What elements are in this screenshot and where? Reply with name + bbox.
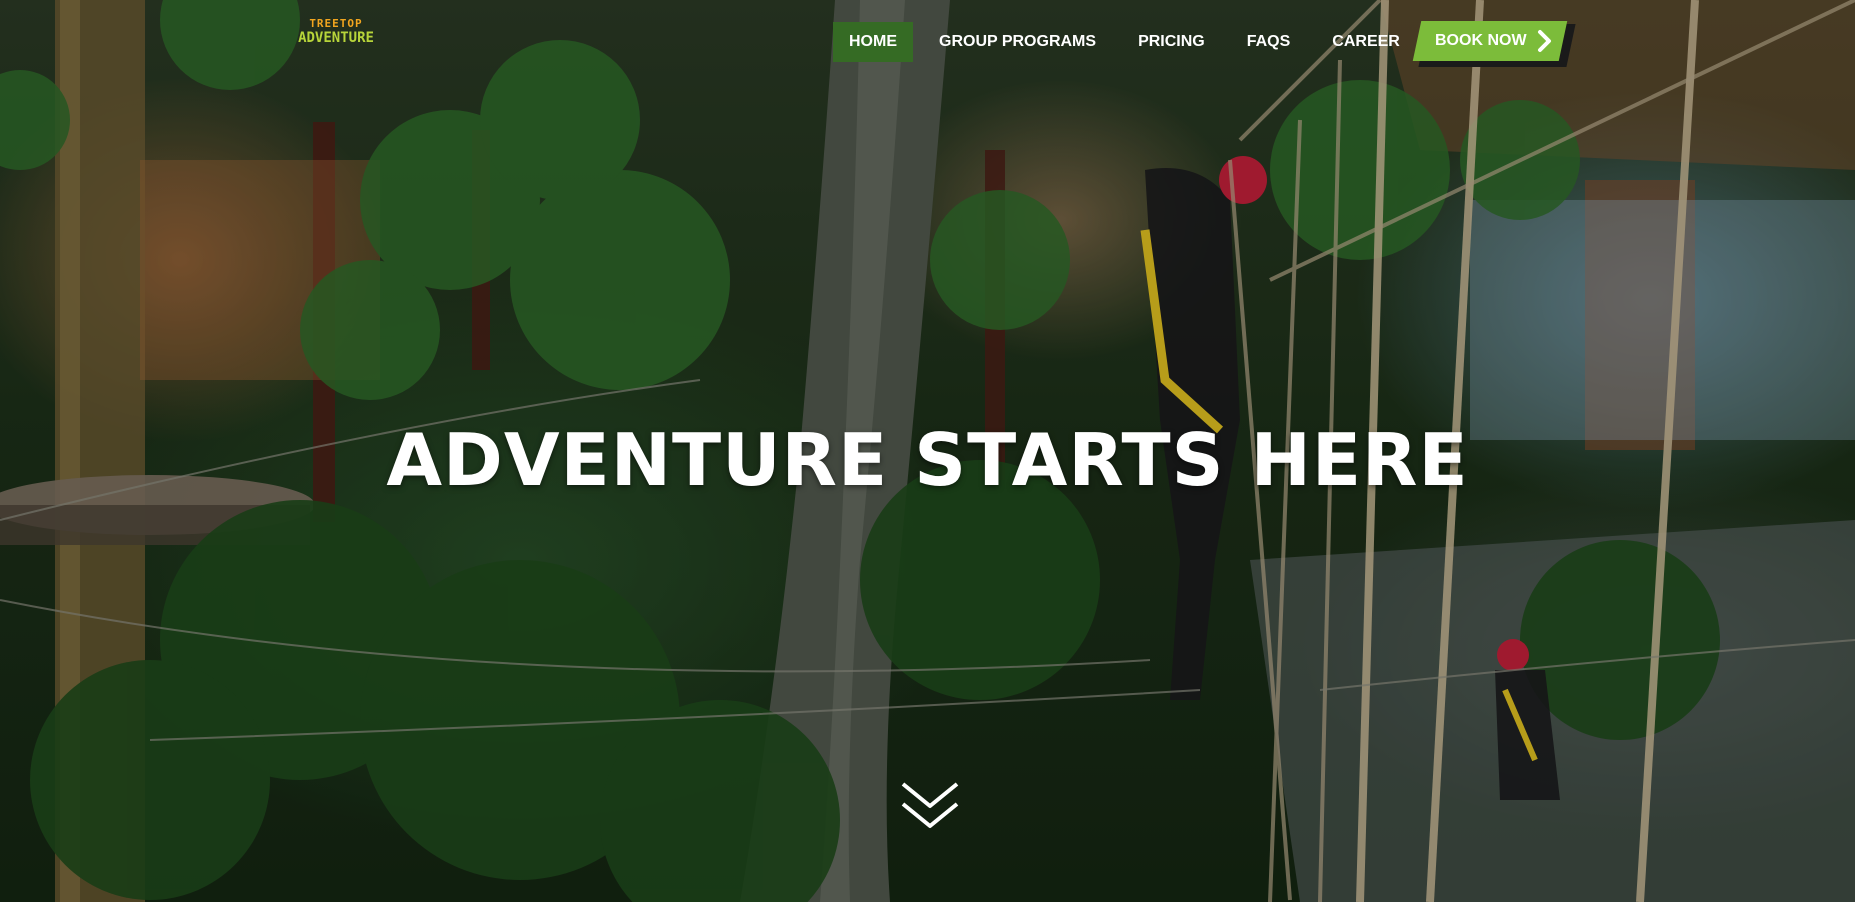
logo-line-1: TREETOP: [309, 17, 363, 30]
nav-item-home[interactable]: HOME: [833, 22, 913, 62]
double-chevron-down-icon[interactable]: [897, 778, 963, 834]
chevron-right-icon: [1538, 30, 1551, 52]
nav-item-group-programs[interactable]: GROUP PROGRAMS: [918, 22, 1117, 62]
hero-section: TREETOP ADVENTURE HOME GROUP PROGRAMS PR…: [0, 0, 1855, 902]
main-navigation: HOME GROUP PROGRAMS PRICING FAQS CAREER: [833, 22, 1421, 62]
hero-title: ADVENTURE STARTS HERE: [386, 418, 1469, 502]
book-now-label: BOOK NOW: [1435, 32, 1527, 49]
nav-item-pricing[interactable]: PRICING: [1117, 22, 1226, 62]
site-logo[interactable]: TREETOP ADVENTURE: [290, 18, 382, 54]
nav-item-faqs[interactable]: FAQS: [1226, 22, 1312, 62]
book-now-button[interactable]: BOOK NOW: [1412, 21, 1576, 67]
logo-line-2: ADVENTURE: [298, 30, 374, 46]
nav-item-career[interactable]: CAREER: [1311, 22, 1421, 62]
